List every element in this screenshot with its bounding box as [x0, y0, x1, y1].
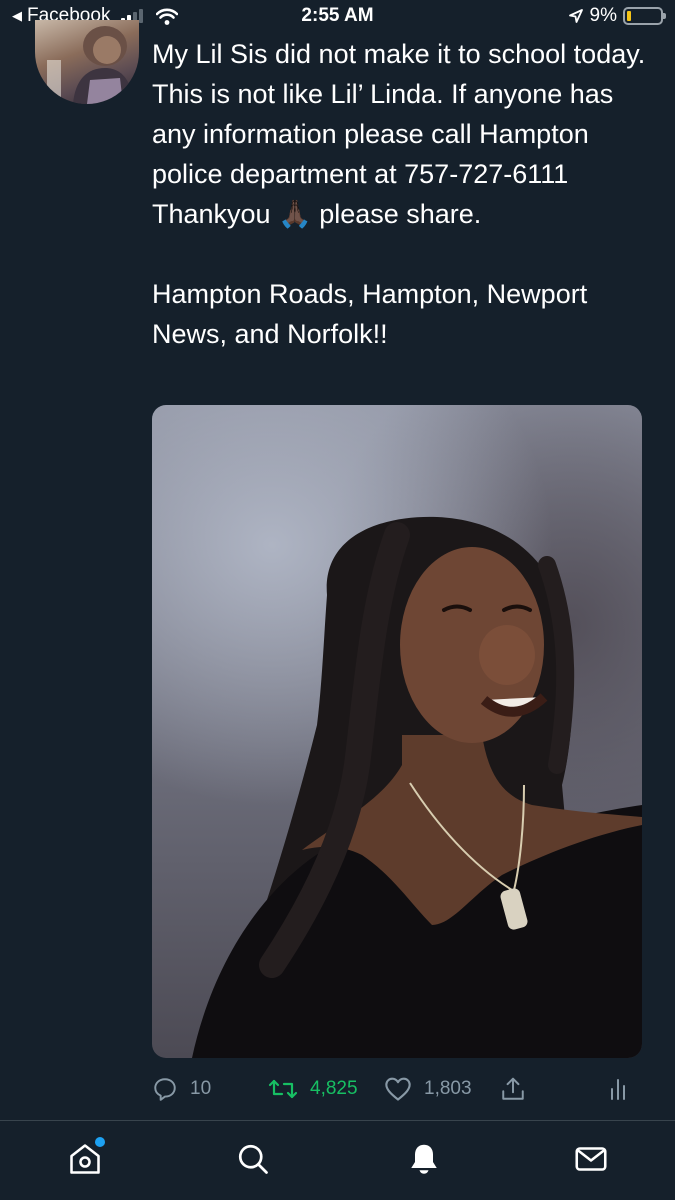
screen: ◀ Facebook 2:55 AM 9% My Lil Sis did not… — [0, 0, 675, 1200]
avatar-image — [47, 26, 135, 104]
like-button[interactable]: 1,803 — [384, 1076, 472, 1102]
tweet-text: My Lil Sis did not make it to school tod… — [152, 39, 646, 349]
battery-percent: 9% — [589, 5, 617, 26]
nav-home[interactable] — [63, 1137, 107, 1181]
share-button[interactable] — [500, 1076, 526, 1102]
reply-icon — [154, 1078, 176, 1101]
analytics-icon — [611, 1079, 625, 1100]
home-new-content-dot — [95, 1137, 105, 1147]
retweet-count: 4,825 — [310, 1078, 358, 1099]
share-icon — [502, 1077, 524, 1100]
location-arrow-icon — [568, 9, 583, 23]
mail-icon — [575, 1147, 607, 1171]
nav-search[interactable] — [231, 1137, 275, 1181]
retweet-button[interactable]: 4,825 — [268, 1076, 358, 1102]
avatar[interactable] — [35, 20, 139, 104]
battery-level-fill — [627, 11, 631, 21]
search-icon — [238, 1144, 268, 1174]
tweet-actions: 10 4,825 1,803 — [152, 1070, 642, 1110]
portrait-illustration — [192, 516, 642, 1058]
battery-icon — [623, 7, 666, 25]
like-count: 1,803 — [424, 1078, 472, 1099]
retweet-icon — [268, 1079, 298, 1099]
heart-icon — [385, 1077, 411, 1101]
nav-notifications[interactable] — [402, 1137, 446, 1181]
status-right: 9% — [568, 5, 666, 27]
reply-count: 10 — [190, 1078, 212, 1099]
nav-messages[interactable] — [569, 1137, 613, 1181]
bell-icon — [411, 1144, 437, 1174]
tweet-photo[interactable] — [152, 405, 642, 1058]
analytics-button[interactable] — [608, 1076, 628, 1102]
bottom-nav — [0, 1121, 675, 1200]
reply-button[interactable]: 10 — [152, 1076, 211, 1102]
